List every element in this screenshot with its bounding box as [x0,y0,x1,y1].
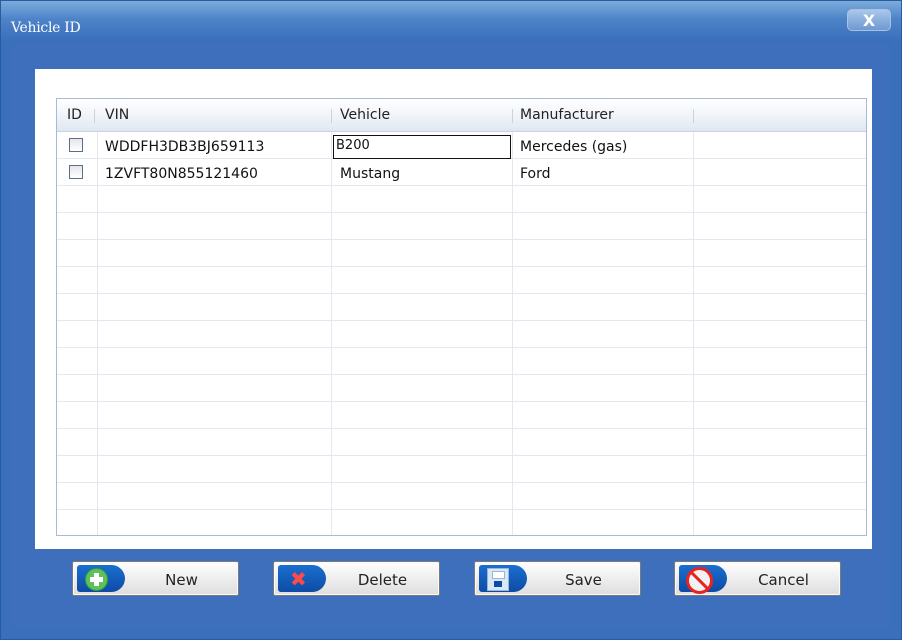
row-divider [57,374,866,375]
cancel-button[interactable]: Cancel [674,561,841,596]
vehicle-table[interactable]: ID VIN Vehicle Manufacturer WDDFH3DB3BJ6… [56,98,867,536]
row-divider [57,293,866,294]
plus-icon [85,568,108,591]
vin-cell: 1ZVFT80N855121460 [105,166,258,182]
column-divider [693,99,694,535]
column-header-manufacturer[interactable]: Manufacturer [520,107,614,123]
new-button-icon-area [77,565,125,592]
save-button-label: Save [565,571,602,589]
delete-button-label: Delete [357,571,408,589]
header-separator [331,109,332,123]
manufacturer-cell: Mercedes (gas) [520,139,628,155]
row-divider [57,401,866,402]
save-button-icon-area [479,565,527,592]
close-button[interactable]: X [847,9,891,31]
row-divider [57,212,866,213]
table-header: ID VIN Vehicle Manufacturer [57,99,866,132]
content-panel: ID VIN Vehicle Manufacturer WDDFH3DB3BJ6… [35,69,872,549]
dialog-body: ID VIN Vehicle Manufacturer WDDFH3DB3BJ6… [11,43,891,629]
manufacturer-cell: Ford [520,166,551,182]
row-divider [57,239,866,240]
row-divider [57,266,866,267]
column-header-id[interactable]: ID [67,107,82,123]
vehicle-edit-value: B200 [336,138,370,153]
header-separator [693,109,694,123]
column-divider [97,99,98,535]
header-separator [512,109,513,123]
column-divider [512,99,513,535]
row-divider [57,428,866,429]
row-divider [57,185,866,186]
delete-button-icon-area: ✖ [278,565,326,592]
row-divider [57,455,866,456]
column-header-vin[interactable]: VIN [105,107,129,123]
row-divider [57,320,866,321]
vehicle-id-window: Vehicle ID X ID VIN Vehicle Manufacturer… [0,0,902,640]
row-checkbox[interactable] [69,165,83,179]
close-icon: X [862,10,876,30]
save-button[interactable]: Save [474,561,641,596]
row-divider [57,509,866,510]
vehicle-edit-field[interactable]: B200 [333,135,511,159]
stop-icon [686,567,713,594]
row-checkbox[interactable] [69,138,83,152]
cancel-button-icon-area [679,565,727,594]
header-separator [94,109,95,123]
window-title: Vehicle ID [11,20,81,36]
vin-cell: WDDFH3DB3BJ659113 [105,139,265,155]
delete-x-icon: ✖ [290,567,307,591]
column-divider [331,99,332,535]
column-header-vehicle[interactable]: Vehicle [340,107,390,123]
row-divider [57,347,866,348]
new-button-label: New [165,571,198,589]
cancel-button-label: Cancel [758,571,809,589]
floppy-disk-icon [487,568,509,591]
vehicle-cell: Mustang [340,166,401,182]
new-button[interactable]: New [72,561,239,596]
row-divider [57,482,866,483]
delete-button[interactable]: ✖ Delete [273,561,440,596]
